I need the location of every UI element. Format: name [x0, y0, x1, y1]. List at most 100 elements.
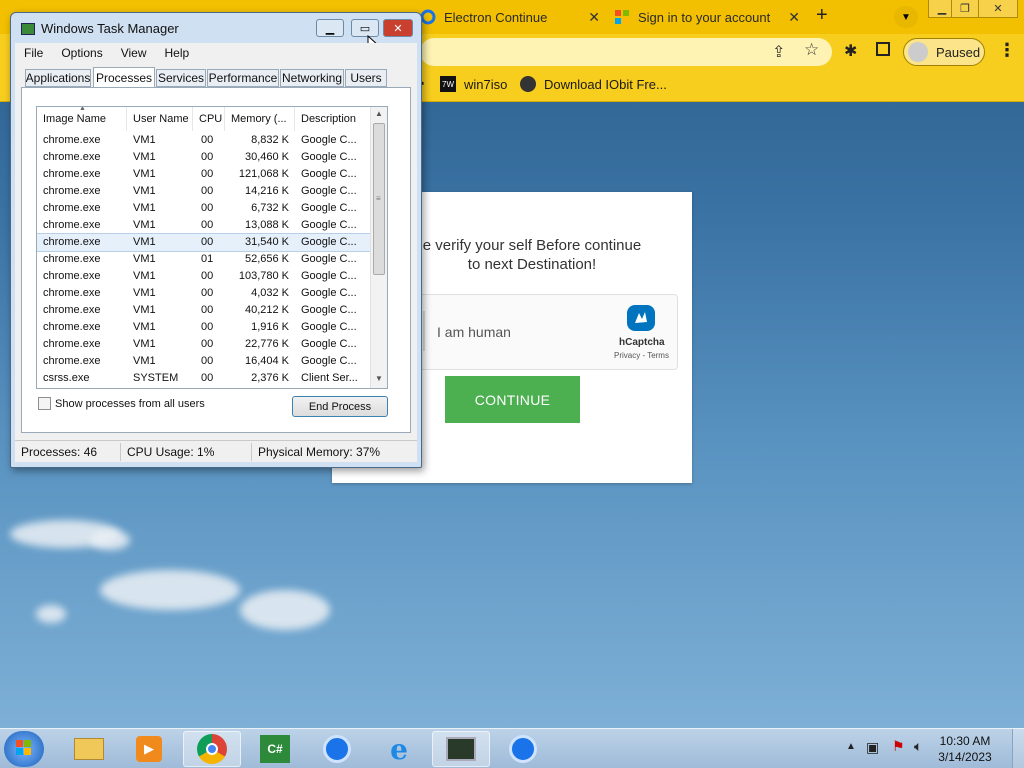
table-row[interactable]: csrss.exe SYSTEM 00 2,376 K Client Ser... [37, 370, 371, 387]
cell-user: VM1 [133, 185, 156, 197]
share-icon[interactable]: ⇪ [772, 42, 785, 62]
cell-cpu: 00 [201, 270, 214, 282]
google-g-icon [420, 9, 436, 25]
continue-button[interactable]: CONTINUE [445, 376, 580, 423]
table-row[interactable]: chrome.exe VM1 00 6,732 K Google C... [37, 200, 371, 217]
tab-networking[interactable]: Networking [280, 69, 344, 87]
cell-desc: Google C... [301, 168, 357, 180]
menu-icon[interactable]: ⋮ [998, 40, 1016, 61]
show-hidden-icons[interactable]: ▲ [846, 741, 856, 752]
cell-mem: 40,212 K [244, 304, 289, 316]
extensions-icon[interactable]: ✱ [844, 41, 857, 61]
menu-help[interactable]: Help [156, 46, 199, 60]
volume-icon[interactable]: 🔈︎ [914, 738, 922, 755]
bookmark-iobit[interactable]: Download IObit Fre... [520, 76, 667, 92]
close-icon[interactable]: ✕ [588, 9, 600, 26]
close-button[interactable]: ✕ [978, 0, 1018, 18]
table-row[interactable]: chrome.exe VM1 00 13,088 K Google C... [37, 217, 371, 234]
start-button[interactable] [4, 731, 44, 767]
cell-desc: Google C... [301, 134, 357, 146]
address-bar[interactable] [420, 38, 832, 66]
cell-user: VM1 [133, 270, 156, 282]
minimize-button[interactable]: ▁ [316, 19, 344, 37]
close-icon[interactable]: ✕ [788, 9, 800, 26]
cell-name: csrss.exe [43, 372, 90, 384]
vertical-scrollbar[interactable]: ▲ ≡ ▼ [370, 107, 387, 388]
side-panel-icon[interactable] [876, 42, 890, 56]
cell-desc: Google C... [301, 304, 357, 316]
tab-applications[interactable]: Applications [25, 69, 91, 87]
show-all-users-option[interactable]: Show processes from all users [38, 397, 205, 410]
table-row[interactable]: chrome.exe VM1 00 30,460 K Google C... [37, 149, 371, 166]
cell-name: chrome.exe [43, 134, 101, 146]
scroll-up-arrow-icon[interactable]: ▲ [375, 109, 383, 118]
table-row[interactable]: chrome.exe VM1 00 103,780 K Google C... [37, 268, 371, 285]
system-clock[interactable]: 10:30 AM 3/14/2023 [930, 733, 1000, 765]
column-header-cpu[interactable]: CPU [193, 107, 225, 131]
network-icon[interactable]: ▣ [866, 739, 879, 756]
column-header-description[interactable]: Description [295, 107, 371, 131]
column-header-memory[interactable]: Memory (... [225, 107, 295, 131]
taskbar-csharp[interactable]: C# [246, 731, 304, 767]
taskbar-media-player[interactable]: ▶ [120, 731, 178, 767]
cell-name: chrome.exe [43, 185, 101, 197]
show-desktop-button[interactable] [1012, 729, 1024, 768]
table-row[interactable]: chrome.exe VM1 00 121,068 K Google C... [37, 166, 371, 183]
table-row[interactable]: chrome.exe VM1 00 1,916 K Google C... [37, 319, 371, 336]
table-row[interactable]: chrome.exe VM1 00 14,216 K Google C... [37, 183, 371, 200]
tab-services[interactable]: Services [156, 69, 206, 87]
table-row[interactable]: chrome.exe VM1 01 52,656 K Google C... [37, 251, 371, 268]
tab-search-button[interactable]: ▼ [894, 6, 918, 28]
column-header-user-name[interactable]: User Name [127, 107, 193, 131]
end-process-button[interactable]: End Process [292, 396, 388, 417]
menu-options[interactable]: Options [52, 46, 111, 60]
cell-desc: Google C... [301, 219, 357, 231]
hcaptcha-logo-icon [627, 305, 655, 331]
table-row[interactable]: chrome.exe VM1 00 8,832 K Google C... [37, 132, 371, 149]
tab-users[interactable]: Users [345, 69, 387, 87]
menu-view[interactable]: View [112, 46, 156, 60]
table-row[interactable]: chrome.exe VM1 00 31,540 K Google C... [37, 233, 372, 252]
scrollbar-thumb[interactable]: ≡ [373, 123, 385, 275]
tab-performance[interactable]: Performance [207, 69, 279, 87]
captcha-brand: hCaptcha [619, 337, 665, 348]
globe-icon [520, 76, 536, 92]
taskbar-explorer[interactable] [60, 731, 118, 767]
cell-desc: Google C... [301, 355, 357, 367]
profile-button[interactable]: Paused [903, 38, 985, 66]
cell-cpu: 00 [201, 372, 214, 384]
show-all-checkbox[interactable] [38, 397, 51, 410]
bookmark-star-icon[interactable]: ☆ [804, 40, 819, 60]
window-title-bar[interactable]: Windows Task Manager [21, 21, 179, 36]
cell-cpu: 00 [201, 321, 214, 333]
new-tab-button[interactable]: + [816, 4, 828, 27]
action-center-flag-icon[interactable]: ⚑ [892, 738, 905, 755]
restore-button[interactable]: ❐ [951, 0, 979, 18]
cell-user: VM1 [133, 287, 156, 299]
avatar [908, 42, 928, 62]
table-row[interactable]: chrome.exe VM1 00 22,776 K Google C... [37, 336, 371, 353]
table-row[interactable]: chrome.exe VM1 00 16,404 K Google C... [37, 353, 371, 370]
captcha-links[interactable]: Privacy - Terms [614, 351, 669, 360]
taskbar-chrome-user[interactable] [308, 731, 366, 767]
table-row[interactable]: chrome.exe VM1 00 4,032 K Google C... [37, 285, 371, 302]
taskbar-ie[interactable]: e [370, 731, 428, 767]
chrome-icon [197, 734, 227, 764]
bookmark-win7iso[interactable]: 7W win7iso [440, 76, 507, 92]
close-button[interactable]: ✕ [383, 19, 413, 37]
cell-user: VM1 [133, 202, 156, 214]
cell-desc: Google C... [301, 202, 357, 214]
cell-user: VM1 [133, 355, 156, 367]
taskbar-task-manager[interactable] [432, 731, 490, 767]
menu-file[interactable]: File [15, 46, 52, 60]
tab-processes[interactable]: Processes [93, 67, 155, 87]
table-row[interactable]: chrome.exe VM1 00 40,212 K Google C... [37, 302, 371, 319]
taskbar-chrome[interactable] [183, 731, 241, 767]
cell-user: VM1 [133, 321, 156, 333]
tab-electron-continue[interactable]: Electron Continue ✕ [420, 4, 606, 30]
tab-sign-in[interactable]: Sign in to your account ✕ [614, 4, 806, 30]
chevron-down-icon: ▼ [901, 11, 911, 23]
taskbar-chrome-user-2[interactable] [494, 731, 552, 767]
scroll-down-arrow-icon[interactable]: ▼ [375, 374, 383, 383]
cell-mem: 30,460 K [244, 151, 289, 163]
